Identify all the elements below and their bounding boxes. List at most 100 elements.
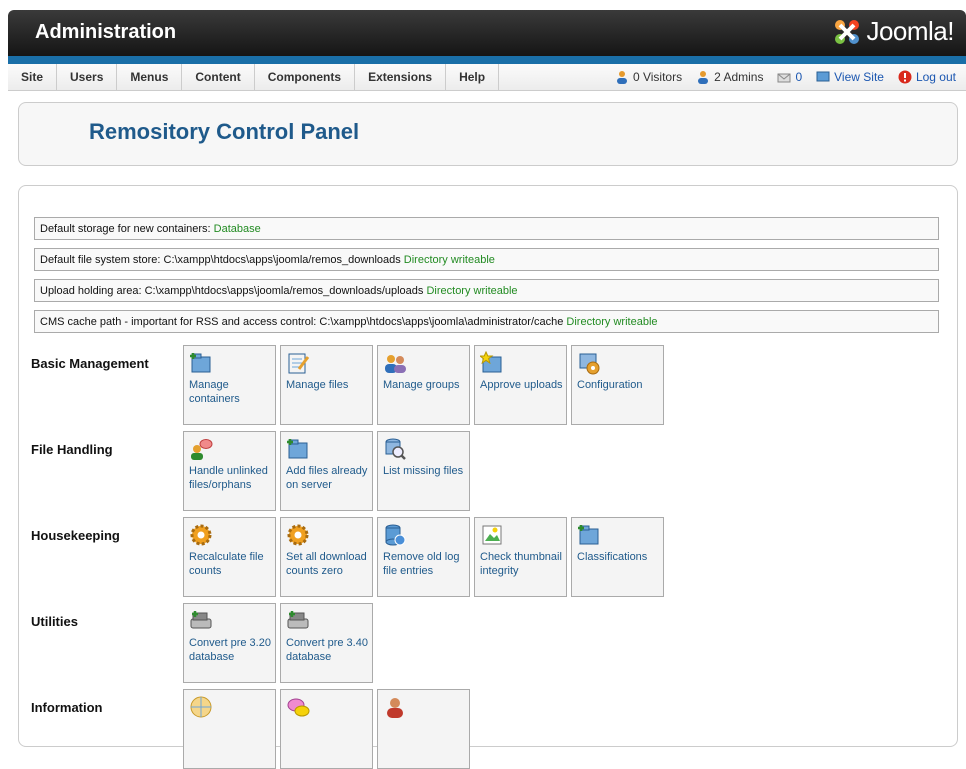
- tile-convert-320[interactable]: Convert pre 3.20 database: [183, 603, 276, 683]
- info-value: C:\xampp\htdocs\apps\joomla\administrato…: [319, 316, 567, 328]
- joomla-logo-icon: [835, 19, 860, 44]
- info-label: Upload holding area:: [40, 285, 145, 297]
- chat-icon: [287, 698, 310, 717]
- info-label: Default storage for new containers:: [40, 223, 214, 235]
- tile-label: Set all download counts zero: [286, 551, 367, 577]
- info-row-cache: CMS cache path - important for RSS and a…: [34, 310, 939, 333]
- menu-site[interactable]: Site: [8, 64, 58, 90]
- info-label: Default file system store:: [40, 254, 164, 266]
- monitor-icon: [816, 71, 830, 82]
- config-icon: [579, 353, 600, 375]
- tile-label: Handle unlinked files/orphans: [189, 465, 268, 491]
- tile-remove-old-logs[interactable]: Remove old log file entries: [377, 517, 470, 597]
- info-status: Directory writeable: [566, 316, 658, 328]
- menu-users[interactable]: Users: [57, 64, 118, 90]
- tile-check-thumbnails[interactable]: Check thumbnail integrity: [474, 517, 567, 597]
- globe-icon: [190, 696, 212, 718]
- messages-count: 0: [795, 70, 803, 84]
- user-chat-icon: [191, 439, 213, 460]
- status-bar: 0 Visitors 2 Admins 0 View Site Log out: [601, 64, 956, 90]
- joomla-logo[interactable]: Joomla!: [832, 16, 954, 47]
- tile-label: Check thumbnail integrity: [480, 551, 562, 577]
- tile-label: Classifications: [577, 551, 648, 563]
- header-title: Administration: [35, 21, 177, 43]
- view-site-label: View Site: [834, 70, 884, 84]
- drive-icon: [190, 611, 212, 629]
- tile-info-2[interactable]: [280, 689, 373, 769]
- logout-label: Log out: [915, 70, 956, 84]
- tile-info-3[interactable]: [377, 689, 470, 769]
- tile-label: Recalculate file counts: [189, 551, 264, 577]
- menu-content[interactable]: Content: [182, 64, 255, 90]
- tile-approve-uploads[interactable]: Approve uploads: [474, 345, 567, 425]
- tile-convert-340[interactable]: Convert pre 3.40 database: [280, 603, 373, 683]
- folder-add-icon: [190, 353, 211, 373]
- gear-icon: [190, 524, 212, 546]
- folder-add-icon: [578, 525, 599, 545]
- tile-list-missing-files[interactable]: List missing files: [377, 431, 470, 511]
- picture-icon: [482, 525, 502, 545]
- title-panel: Remository Control Panel: [18, 102, 958, 166]
- info-row-upload: Upload holding area: C:\xampp\htdocs\app…: [34, 279, 939, 302]
- logout-icon: [898, 70, 912, 84]
- menu-help[interactable]: Help: [446, 64, 500, 90]
- visitors-icon: [616, 71, 627, 84]
- tile-configuration[interactable]: Configuration: [571, 345, 664, 425]
- logo-text: Joomla!: [866, 16, 954, 46]
- info-status: Directory writeable: [403, 254, 495, 266]
- menu-menus[interactable]: Menus: [117, 64, 183, 90]
- gear-icon: [287, 524, 309, 546]
- logout-link[interactable]: Log out: [898, 70, 956, 84]
- admin-header: Administration Joomla!: [8, 10, 966, 56]
- admins-status: 2 Admins: [696, 70, 763, 84]
- edit-file-icon: [288, 353, 310, 374]
- info-status: Directory writeable: [426, 285, 518, 297]
- section-file-handling: File Handling: [31, 442, 113, 457]
- star-folder-icon: [480, 351, 502, 373]
- info-status: Database: [213, 223, 261, 235]
- tile-add-files-server[interactable]: Add files already on server: [280, 431, 373, 511]
- mail-icon: [777, 73, 791, 83]
- database-icon: [385, 524, 406, 546]
- section-information: Information: [31, 700, 103, 715]
- info-row-storage: Default storage for new containers: Data…: [34, 217, 939, 240]
- header-strip: [8, 56, 966, 64]
- tile-manage-containers[interactable]: Manage containers: [183, 345, 276, 425]
- info-value: C:\xampp\htdocs\apps\joomla/remos_downlo…: [163, 254, 404, 266]
- tile-reset-download-counts[interactable]: Set all download counts zero: [280, 517, 373, 597]
- tile-label: Add files already on server: [286, 465, 368, 491]
- view-site-link[interactable]: View Site: [816, 70, 884, 84]
- visitors-count: 0 Visitors: [632, 70, 683, 84]
- person-icon: [387, 698, 403, 718]
- section-utilities: Utilities: [31, 614, 78, 629]
- tile-handle-unlinked[interactable]: Handle unlinked files/orphans: [183, 431, 276, 511]
- tile-label: Manage groups: [383, 379, 460, 391]
- drive-icon: [287, 611, 309, 629]
- tile-label: List missing files: [383, 465, 464, 477]
- messages-status[interactable]: 0: [777, 70, 802, 84]
- tile-recalculate-counts[interactable]: Recalculate file counts: [183, 517, 276, 597]
- tile-manage-groups[interactable]: Manage groups: [377, 345, 470, 425]
- menubar: Site Users Menus Content Components Exte…: [8, 64, 966, 91]
- visitors-status: 0 Visitors: [615, 70, 682, 84]
- tile-label: Manage files: [286, 379, 349, 391]
- folder-add-icon: [287, 439, 308, 459]
- tile-label: Convert pre 3.20 database: [189, 637, 271, 663]
- tile-label: Approve uploads: [480, 379, 563, 391]
- admins-count: 2 Admins: [714, 70, 764, 84]
- tile-manage-files[interactable]: Manage files: [280, 345, 373, 425]
- section-basic-management: Basic Management: [31, 356, 149, 371]
- page-title: Remository Control Panel: [89, 119, 360, 144]
- tile-label: Manage containers: [189, 379, 240, 405]
- info-label: CMS cache path - important for RSS and a…: [40, 316, 320, 328]
- menu-components[interactable]: Components: [255, 64, 356, 90]
- menu-extensions[interactable]: Extensions: [355, 64, 447, 90]
- tile-label: Configuration: [577, 379, 643, 391]
- users-icon: [385, 355, 406, 373]
- info-row-filestore: Default file system store: C:\xampp\htdo…: [34, 248, 939, 271]
- admins-icon: [698, 71, 709, 84]
- tile-label: Convert pre 3.40 database: [286, 637, 368, 663]
- section-housekeeping: Housekeeping: [31, 528, 120, 543]
- tile-classifications[interactable]: Classifications: [571, 517, 664, 597]
- tile-info-1[interactable]: [183, 689, 276, 769]
